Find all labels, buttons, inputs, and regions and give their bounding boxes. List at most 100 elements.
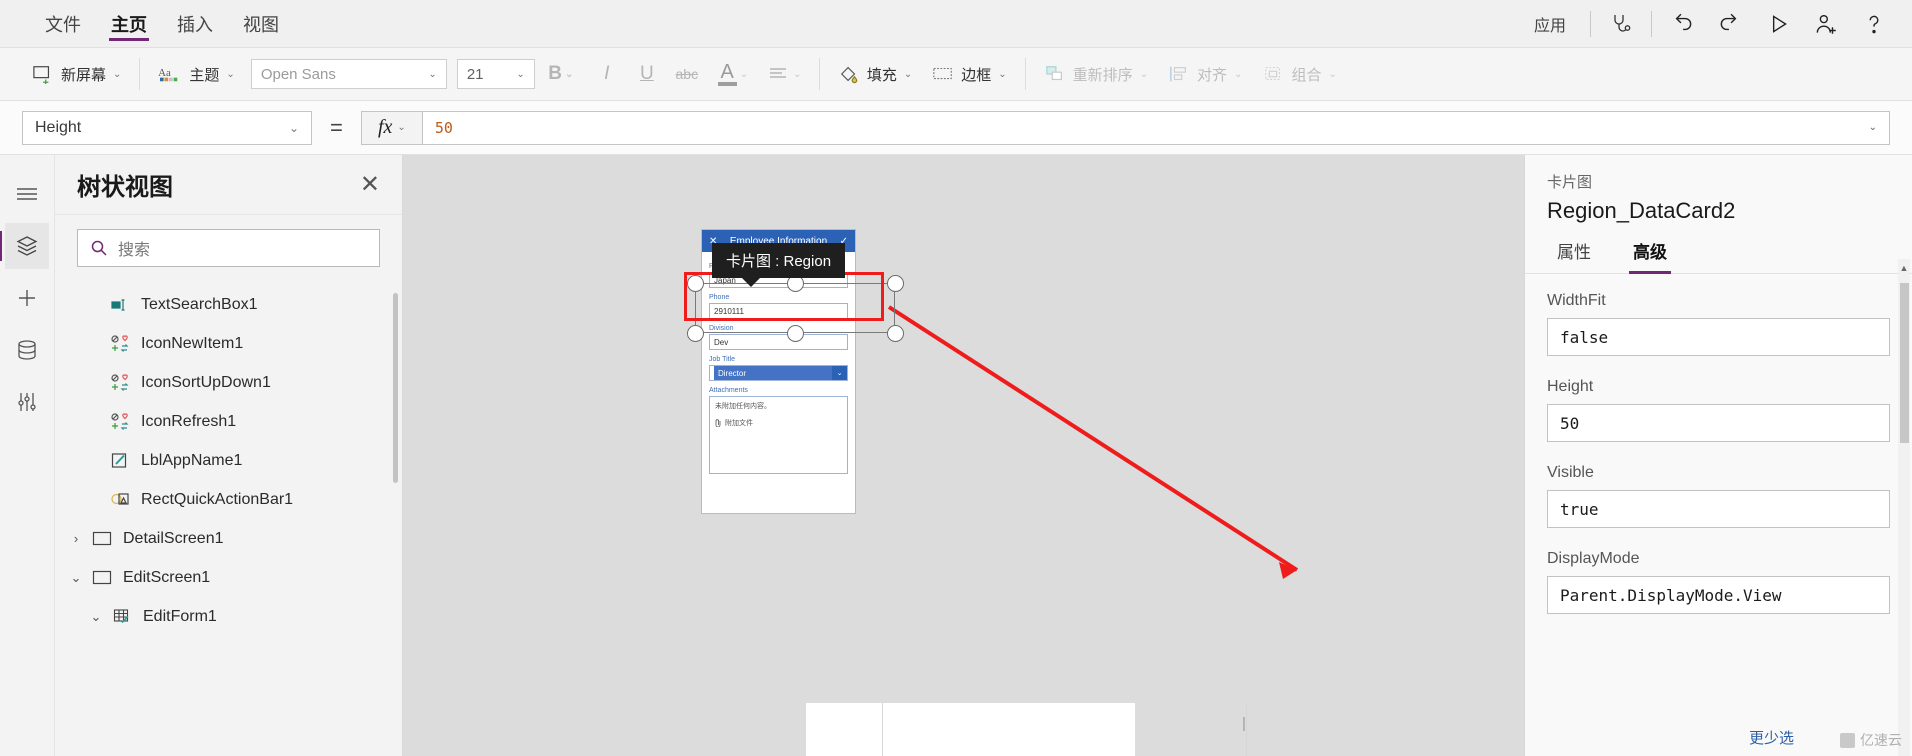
shape-icon <box>105 491 135 508</box>
resize-handle-top-right[interactable] <box>887 275 904 292</box>
rail-item-media[interactable] <box>5 379 49 425</box>
undo-icon[interactable] <box>1658 4 1706 44</box>
property-input-widthfit[interactable]: false <box>1547 318 1890 356</box>
tree-item-lblappname1[interactable]: LblAppName1 <box>55 441 402 480</box>
chevron-down-icon[interactable]: ⌄ <box>1869 122 1877 133</box>
group-label: 组合 <box>1291 66 1322 84</box>
equals-sign: = <box>330 114 343 140</box>
selection-box[interactable] <box>687 275 904 342</box>
resize-handle-bottom-left[interactable] <box>687 325 704 342</box>
fill-button[interactable]: 填充 ⌄ <box>828 55 922 93</box>
tree-item-editform1[interactable]: ⌄ EditForm1 <box>55 597 402 636</box>
more-options-button[interactable]: 更少选 <box>1749 727 1794 748</box>
chevron-right-icon[interactable]: › <box>65 531 87 546</box>
field-input-attachments[interactable]: 未附加任何内容。 附加文件 <box>709 396 848 474</box>
attachment-empty-row: 未附加任何内容。 <box>715 401 842 411</box>
align-group-label: 对齐 <box>1197 66 1228 84</box>
main-area: 树状视图 ✕ 搜索 TextSearchBox1 IconNewItem1 Ic… <box>0 155 1912 756</box>
font-size-select[interactable]: 21 ⌄ <box>456 59 535 89</box>
formula-input[interactable]: 50 ⌄ <box>422 110 1890 145</box>
tree-item-label: RectQuickActionBar1 <box>141 490 294 508</box>
help-icon[interactable] <box>1850 4 1898 44</box>
italic-button[interactable]: I <box>587 56 627 92</box>
new-screen-button[interactable]: 新屏幕 ⌄ <box>22 55 131 93</box>
divider <box>818 58 820 90</box>
hamburger-menu-icon[interactable] <box>5 171 49 217</box>
design-canvas[interactable]: ✕ Employee Information ✓ Region Japan Ph… <box>403 155 1524 756</box>
selection-tooltip-text: 卡片图 : Region <box>726 253 832 270</box>
icon-set-icon <box>105 412 135 431</box>
control-kind-label: 卡片图 <box>1547 174 1593 191</box>
property-label-height: Height <box>1547 378 1594 395</box>
align-button[interactable]: ⌄ <box>759 56 811 92</box>
field-value-division: Dev <box>714 337 729 347</box>
border-button[interactable]: 边框 ⌄ <box>922 55 1016 93</box>
field-input-division[interactable]: Dev <box>709 334 848 350</box>
rail-item-insert[interactable] <box>5 275 49 321</box>
tree-view-panel: 树状视图 ✕ 搜索 TextSearchBox1 IconNewItem1 Ic… <box>55 155 403 756</box>
tree-item-iconnewitem1[interactable]: IconNewItem1 <box>55 324 402 363</box>
font-name-select[interactable]: Open Sans ⌄ <box>250 59 447 89</box>
tree-item-iconsortupdown1[interactable]: IconSortUpDown1 <box>55 363 402 402</box>
rail-item-data[interactable] <box>5 327 49 373</box>
tab-properties[interactable]: 属性 <box>1547 238 1601 273</box>
scroll-up-arrow-icon[interactable]: ▲ <box>1898 261 1910 275</box>
bold-button[interactable]: B ⌄ <box>535 56 587 92</box>
underline-button[interactable]: U <box>627 56 667 92</box>
tree-item-detailscreen1[interactable]: › DetailScreen1 <box>55 519 402 558</box>
formula-bar: Height ⌄ = fx ⌄ 50 ⌄ <box>0 101 1912 155</box>
chevron-down-icon: ⌄ <box>1328 68 1337 80</box>
chevron-down-icon: ⌄ <box>397 122 406 133</box>
redo-icon[interactable] <box>1706 4 1754 44</box>
theme-button[interactable]: Aa 主题 ⌄ <box>148 55 244 93</box>
property-select[interactable]: Height ⌄ <box>22 110 312 145</box>
font-color-button[interactable]: A ⌄ <box>707 56 759 92</box>
font-color-icon: A <box>717 62 737 86</box>
app-menu-button[interactable]: 应用 <box>1516 12 1584 36</box>
resize-handle-bottom-center[interactable] <box>787 325 804 342</box>
search-input[interactable]: 搜索 <box>77 229 380 267</box>
field-input-jobtitle[interactable]: Director ⌄ <box>709 365 848 381</box>
tree-item-iconrefresh1[interactable]: IconRefresh1 <box>55 402 402 441</box>
field-value-jobtitle: Director <box>714 366 832 380</box>
align-group-button[interactable]: 对齐 ⌄ <box>1158 55 1252 93</box>
font-color-bar <box>717 81 737 86</box>
menu-tab-file-label: 文件 <box>45 14 81 35</box>
tree-item-textsearchbox1[interactable]: TextSearchBox1 <box>55 285 402 324</box>
chevron-down-icon[interactable]: ⌄ <box>85 609 107 625</box>
chevron-down-icon: ⌄ <box>793 68 802 80</box>
strikethrough-button[interactable]: abc <box>667 56 707 92</box>
properties-panel-tabs: 属性 高级 <box>1525 238 1912 274</box>
divider <box>882 703 883 756</box>
fx-button[interactable]: fx ⌄ <box>360 110 423 145</box>
menu-tab-file[interactable]: 文件 <box>30 0 96 47</box>
menu-tab-insert[interactable]: 插入 <box>162 0 228 47</box>
rail-item-tree-view[interactable] <box>0 223 49 269</box>
menu-tab-view[interactable]: 视图 <box>228 0 294 47</box>
attachment-add-row[interactable]: 附加文件 <box>715 418 842 428</box>
resize-handle-bottom-right[interactable] <box>887 325 904 342</box>
screen-icon <box>87 531 117 546</box>
icon-set-icon <box>105 373 135 392</box>
tab-advanced[interactable]: 高级 <box>1623 238 1677 274</box>
properties-scrollbar-thumb[interactable] <box>1900 283 1909 443</box>
reorder-button[interactable]: 重新排序 ⌄ <box>1034 55 1158 93</box>
menu-bar-right: 应用 <box>1516 0 1912 47</box>
menu-tab-home[interactable]: 主页 <box>96 0 162 47</box>
chevron-down-icon[interactable]: ⌄ <box>832 366 847 380</box>
property-input-height[interactable]: 50 <box>1547 404 1890 442</box>
property-input-visible[interactable]: true <box>1547 490 1890 528</box>
chevron-down-icon[interactable]: ⌄ <box>65 570 87 586</box>
menu-tab-view-label: 视图 <box>243 14 279 35</box>
add-user-icon[interactable] <box>1802 4 1850 44</box>
property-input-displaymode[interactable]: Parent.DisplayMode.View <box>1547 576 1890 614</box>
stethoscope-icon[interactable] <box>1597 4 1645 44</box>
tree-item-rectquickactionbar1[interactable]: RectQuickActionBar1 <box>55 480 402 519</box>
formula-input-value: 50 <box>434 118 453 137</box>
tree-item-editscreen1[interactable]: ⌄ EditScreen1 <box>55 558 402 597</box>
group-button[interactable]: 组合 ⌄ <box>1252 55 1346 93</box>
resize-handle-top-left[interactable] <box>687 275 704 292</box>
close-icon[interactable]: ✕ <box>360 172 380 197</box>
tree-scrollbar[interactable] <box>393 293 398 483</box>
play-icon[interactable] <box>1754 4 1802 44</box>
